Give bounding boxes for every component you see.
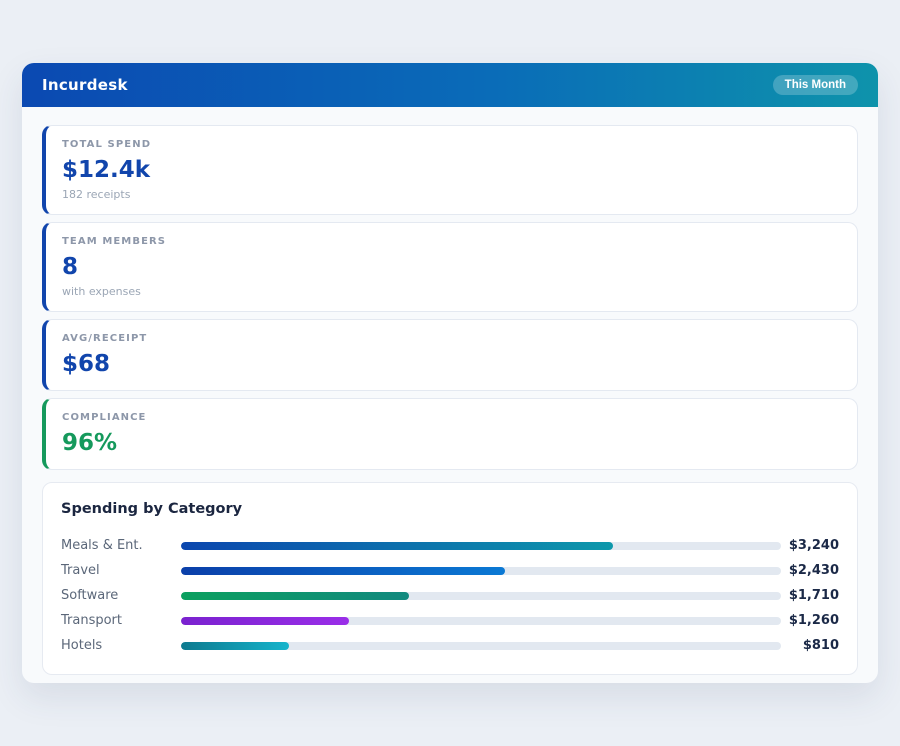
app-title: Incurdesk [42, 76, 128, 94]
stat-label: TOTAL SPEND [62, 139, 841, 151]
bar-fill [181, 542, 613, 550]
stat-value: $12.4k [62, 157, 841, 183]
spending-by-category-panel: Spending by Category Meals & Ent. $3,240 T… [42, 482, 858, 675]
panel-title: Spending by Category [61, 499, 839, 519]
category-amount: $1,260 [781, 613, 839, 628]
category-amount: $2,430 [781, 563, 839, 578]
stat-card-compliance: COMPLIANCE 96% [42, 398, 858, 470]
category-row: Meals & Ent. $3,240 [61, 533, 839, 558]
bar-track [181, 617, 781, 625]
category-label: Meals & Ent. [61, 538, 181, 553]
stat-card-avg-receipt: AVG/RECEIPT $68 [42, 319, 858, 391]
bar-fill [181, 592, 409, 600]
category-label: Travel [61, 563, 181, 578]
bar-track [181, 642, 781, 650]
category-row: Hotels $810 [61, 633, 839, 658]
category-amount: $1,710 [781, 588, 839, 603]
app-header: Incurdesk This Month [22, 63, 878, 107]
category-label: Hotels [61, 638, 181, 653]
stat-subtext: 182 receipts [62, 188, 841, 201]
stat-card-total-spend: TOTAL SPEND $12.4k 182 receipts [42, 125, 858, 215]
category-label: Transport [61, 613, 181, 628]
stat-value: 8 [62, 254, 841, 280]
bar-track [181, 542, 781, 550]
period-badge[interactable]: This Month [773, 75, 858, 95]
category-bar-chart: Meals & Ent. $3,240 Travel $2,430 Software $1… [61, 533, 839, 658]
stat-value: $68 [62, 351, 841, 377]
bar-fill [181, 642, 289, 650]
stat-card-team-members: TEAM MEMBERS 8 with expenses [42, 222, 858, 312]
category-amount: $810 [781, 638, 839, 653]
stats-list: TOTAL SPEND $12.4k 182 receipts TEAM MEMBER… [42, 125, 858, 470]
category-row: Travel $2,430 [61, 558, 839, 583]
stat-label: AVG/RECEIPT [62, 333, 841, 345]
bar-track [181, 567, 781, 575]
stat-label: TEAM MEMBERS [62, 236, 841, 248]
stat-subtext: with expenses [62, 285, 841, 298]
category-label: Software [61, 588, 181, 603]
bar-fill [181, 567, 505, 575]
stat-value: 96% [62, 430, 841, 456]
category-row: Transport $1,260 [61, 608, 839, 633]
dashboard-card: Incurdesk This Month TOTAL SPEND $12.4k 18… [22, 63, 878, 683]
bar-track [181, 592, 781, 600]
category-row: Software $1,710 [61, 583, 839, 608]
app-body: TOTAL SPEND $12.4k 182 receipts TEAM MEMBER… [22, 107, 878, 683]
category-amount: $3,240 [781, 538, 839, 553]
stat-label: COMPLIANCE [62, 412, 841, 424]
bar-fill [181, 617, 349, 625]
